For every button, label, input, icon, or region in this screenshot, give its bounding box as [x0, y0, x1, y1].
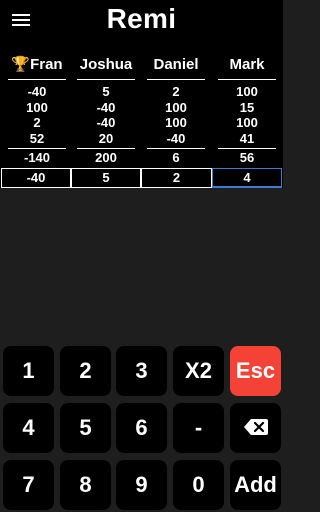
player-name: 🏆Fran — [11, 56, 63, 73]
player-name: Daniel — [153, 56, 199, 73]
player-name: Mark — [229, 56, 265, 73]
score-input-daniel[interactable]: 2 — [141, 168, 212, 188]
score-input-mark[interactable]: 4 — [212, 168, 282, 188]
score-entry: 100 — [165, 115, 187, 130]
key-2[interactable]: 2 — [60, 346, 111, 396]
esc-button[interactable]: Esc — [230, 346, 281, 396]
score-entry: 100 — [236, 84, 258, 99]
header-divider — [218, 79, 276, 80]
total-divider — [147, 148, 205, 149]
score-entry: 100 — [236, 115, 258, 130]
score-entry: 41 — [239, 130, 255, 146]
score-board: 🏆Fran -40 100 2 52 -140 -40 Joshua 5 -40… — [0, 42, 283, 188]
score-entry: 2 — [172, 84, 180, 99]
key-9[interactable]: 9 — [116, 460, 167, 510]
key-x2[interactable]: X2 — [173, 346, 224, 396]
app-header: Remi — [0, 0, 283, 42]
key-1[interactable]: 1 — [3, 346, 54, 396]
score-board-panel: 🏆Fran -40 100 2 52 -140 -40 Joshua 5 -40… — [0, 42, 283, 188]
player-total: 6 — [172, 150, 180, 165]
score-list: 2 100 100 -40 — [141, 84, 211, 146]
total-divider — [77, 148, 135, 149]
key-7[interactable]: 7 — [3, 460, 54, 510]
player-name: Joshua — [79, 56, 133, 73]
key-5[interactable]: 5 — [60, 403, 111, 453]
score-entry: 100 — [26, 99, 48, 115]
score-entry: -40 — [27, 84, 47, 99]
key-minus[interactable]: - — [173, 403, 224, 453]
total-divider — [8, 148, 66, 149]
backspace-icon — [243, 419, 268, 436]
score-list: 5 -40 -40 20 — [71, 84, 141, 146]
key-3[interactable]: 3 — [116, 346, 167, 396]
score-input-fran[interactable]: -40 — [1, 168, 71, 188]
player-total: -140 — [23, 150, 51, 165]
trophy-icon: 🏆 — [11, 56, 31, 73]
header-divider — [147, 79, 205, 80]
app-title: Remi — [106, 3, 177, 34]
player-total: 56 — [239, 150, 255, 165]
player-total: 200 — [95, 150, 117, 165]
add-button[interactable]: Add — [230, 460, 281, 510]
score-entry: -40 — [96, 115, 116, 130]
score-list: 100 15 100 41 — [212, 84, 282, 146]
active-input-underline — [213, 186, 281, 188]
score-list: -40 100 2 52 — [2, 84, 72, 146]
score-entry: 100 — [165, 99, 187, 115]
score-entry: 5 — [102, 84, 110, 99]
key-0[interactable]: 0 — [173, 460, 224, 510]
key-4[interactable]: 4 — [3, 403, 54, 453]
key-6[interactable]: 6 — [116, 403, 167, 453]
total-divider — [218, 148, 276, 149]
header-divider — [77, 79, 135, 80]
key-8[interactable]: 8 — [60, 460, 111, 510]
score-entry: -40 — [96, 99, 116, 115]
score-entry: 2 — [33, 115, 41, 130]
header-divider — [8, 79, 66, 80]
score-entry: 15 — [239, 99, 255, 115]
score-entry: 52 — [29, 130, 45, 146]
score-entry: 20 — [98, 130, 114, 146]
score-input-joshua[interactable]: 5 — [71, 168, 141, 188]
score-entry: -40 — [166, 130, 186, 146]
backspace-button[interactable] — [230, 403, 281, 453]
